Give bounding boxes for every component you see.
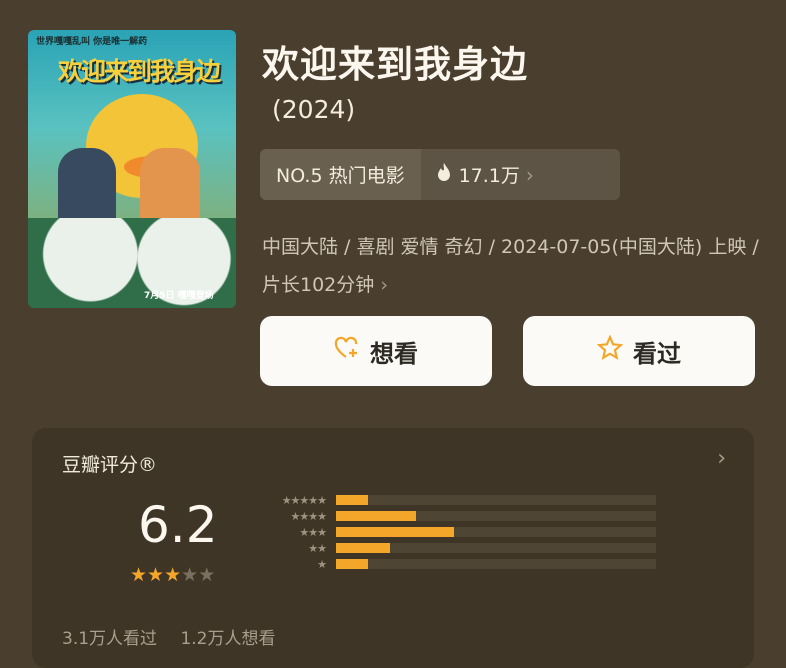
rank-label: NO.5 热门电影 <box>260 149 421 200</box>
rating-bar-track <box>336 543 656 553</box>
rating-bar-track <box>336 511 656 521</box>
watched-label: 看过 <box>633 339 681 368</box>
rating-bar-row: ★★★ <box>256 524 656 540</box>
rating-title: 豆瓣评分® <box>62 454 158 476</box>
want-count: 1.2万人想看 <box>180 629 276 649</box>
star-outline-icon <box>596 334 624 367</box>
rating-bar-stars-icon: ★★★ <box>299 525 327 539</box>
poster-title: 欢迎来到我身边 <box>58 57 221 86</box>
watched-button[interactable]: 看过 <box>523 316 755 386</box>
movie-meta-text: 中国大陆 / 喜剧 爱情 奇幻 / 2024-07-05(中国大陆) 上映 / … <box>262 236 759 296</box>
rating-bar-row: ★★★★★ <box>256 492 656 508</box>
rating-bar-fill <box>336 511 416 521</box>
rating-card[interactable]: 豆瓣评分® › 6.2 ★★★★★ ★★★★★ ★★★★ ★★★ ★★ ★ 3.1万人看… <box>32 428 754 668</box>
star-filled-icon: ★ <box>147 564 165 586</box>
heart-plus-icon <box>334 336 360 366</box>
rating-bar-stars-icon: ★★★★ <box>290 509 327 523</box>
rating-bar-stars-icon: ★★★★★ <box>281 493 327 507</box>
rating-bar-fill <box>336 543 391 553</box>
rating-bar-stars-icon: ★ <box>317 557 327 571</box>
heat-section: 17.1万 › <box>421 161 548 188</box>
heat-value: 17.1万 <box>458 165 520 187</box>
rating-score: 6.2 <box>138 496 218 554</box>
star-empty-icon: ★ <box>198 564 216 586</box>
want-to-watch-button[interactable]: 想看 <box>260 316 492 386</box>
movie-title: 欢迎来到我身边 <box>262 43 528 86</box>
movie-poster[interactable]: 世界嘎嘎乱叫 你是唯一解药 欢迎来到我身边 7月5日 嘎嘎登场 <box>28 30 236 308</box>
movie-year: (2024) <box>272 95 356 124</box>
ranking-pill[interactable]: NO.5 热门电影 17.1万 › <box>260 149 620 200</box>
rating-bar-fill <box>336 495 368 505</box>
chevron-right-icon: › <box>525 162 534 187</box>
rating-bar-fill <box>336 559 368 569</box>
star-filled-icon: ★ <box>130 564 148 586</box>
rating-stats: 3.1万人看过 1.2万人想看 <box>62 624 294 649</box>
poster-release-date: 7月5日 嘎嘎登场 <box>144 291 214 301</box>
rating-distribution: ★★★★★ ★★★★ ★★★ ★★ ★ <box>256 492 656 572</box>
rating-bar-fill <box>336 527 455 537</box>
flame-icon <box>435 162 453 187</box>
chevron-right-icon: › <box>717 446 726 471</box>
rating-bar-track <box>336 527 656 537</box>
rating-bar-row: ★ <box>256 556 656 572</box>
rating-bar-stars-icon: ★★ <box>308 541 327 555</box>
rating-bar-track <box>336 559 656 569</box>
rating-stars: ★★★★★ <box>130 564 215 586</box>
chevron-right-icon: › <box>380 274 388 296</box>
want-to-watch-label: 想看 <box>370 339 418 368</box>
rating-bar-row: ★★★★ <box>256 508 656 524</box>
star-empty-icon: ★ <box>181 564 199 586</box>
rating-bar-row: ★★ <box>256 540 656 556</box>
seen-count: 3.1万人看过 <box>62 629 158 649</box>
poster-tagline: 世界嘎嘎乱叫 你是唯一解药 <box>36 37 148 47</box>
rating-bar-track <box>336 495 656 505</box>
star-filled-icon: ★ <box>164 564 182 586</box>
movie-meta[interactable]: 中国大陆 / 喜剧 爱情 奇幻 / 2024-07-05(中国大陆) 上映 / … <box>262 228 762 304</box>
